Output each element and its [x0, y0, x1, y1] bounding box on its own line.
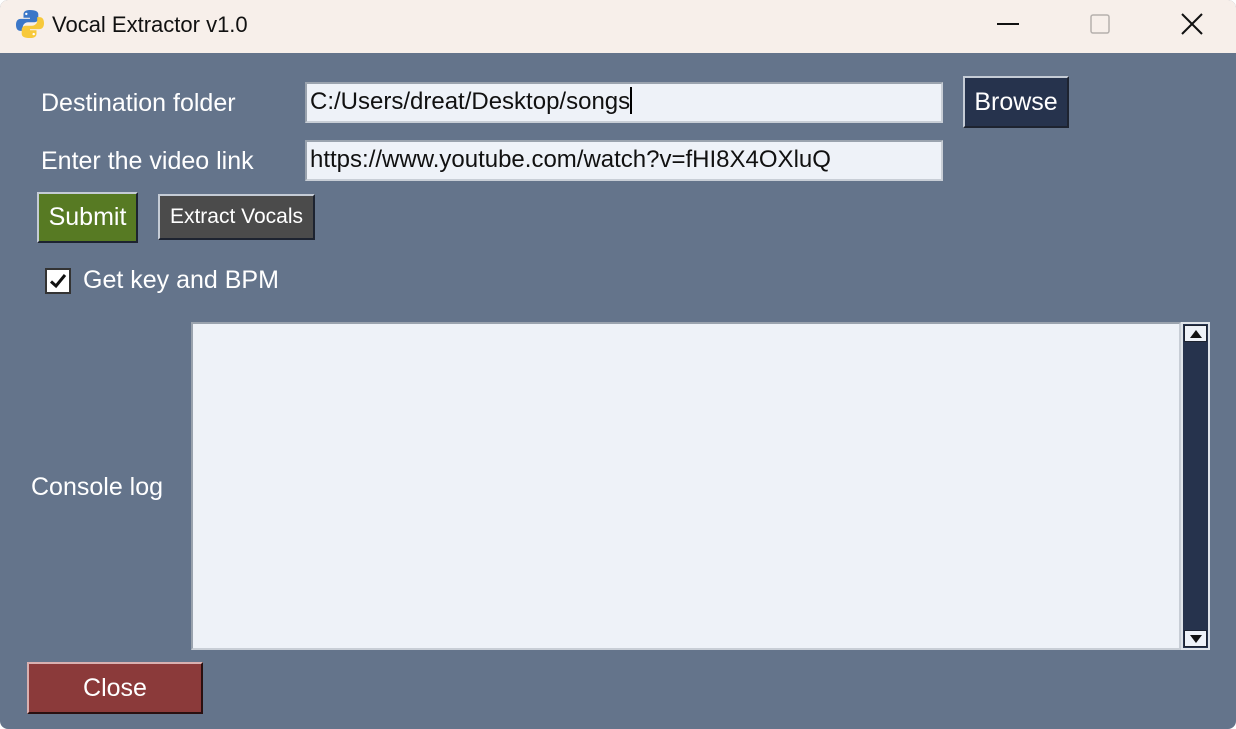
key-bpm-label: Get key and BPM	[83, 266, 279, 294]
submit-button[interactable]: Submit	[37, 192, 138, 243]
app-window: Vocal Extractor v1.0 Destination folder …	[0, 0, 1236, 729]
video-link-label: Enter the video link	[41, 147, 254, 175]
text-caret	[630, 87, 633, 114]
close-window-button[interactable]	[1146, 0, 1236, 48]
python-icon	[16, 10, 44, 38]
console-log-textarea[interactable]	[191, 322, 1181, 650]
close-icon	[1181, 13, 1203, 35]
window-title: Vocal Extractor v1.0	[52, 12, 248, 37]
console-log-label: Console log	[31, 473, 164, 501]
scroll-up-button[interactable]	[1184, 325, 1207, 342]
key-bpm-checkbox[interactable]	[45, 268, 71, 294]
close-button[interactable]: Close	[27, 662, 203, 714]
console-scrollbar[interactable]	[1181, 322, 1210, 650]
maximize-button[interactable]	[1054, 0, 1146, 48]
destination-folder-label: Destination folder	[41, 89, 236, 117]
minimize-button[interactable]	[962, 0, 1054, 48]
destination-folder-value: C:/Users/dreat/Desktop/songs	[310, 88, 631, 115]
title-bar[interactable]: Vocal Extractor v1.0	[0, 0, 1236, 53]
minimize-icon	[997, 23, 1019, 25]
video-link-input[interactable]: https://www.youtube.com/watch?v=fHI8X4OX…	[305, 140, 943, 181]
maximize-icon	[1090, 14, 1110, 34]
scroll-down-button[interactable]	[1184, 630, 1207, 647]
video-link-value: https://www.youtube.com/watch?v=fHI8X4OX…	[310, 146, 831, 173]
extract-vocals-button[interactable]: Extract Vocals	[158, 194, 315, 240]
browse-button[interactable]: Browse	[963, 76, 1069, 128]
arrow-up-icon	[1189, 329, 1202, 338]
destination-folder-input[interactable]: C:/Users/dreat/Desktop/songs	[305, 82, 943, 123]
checkmark-icon	[49, 274, 67, 289]
arrow-down-icon	[1189, 634, 1202, 643]
